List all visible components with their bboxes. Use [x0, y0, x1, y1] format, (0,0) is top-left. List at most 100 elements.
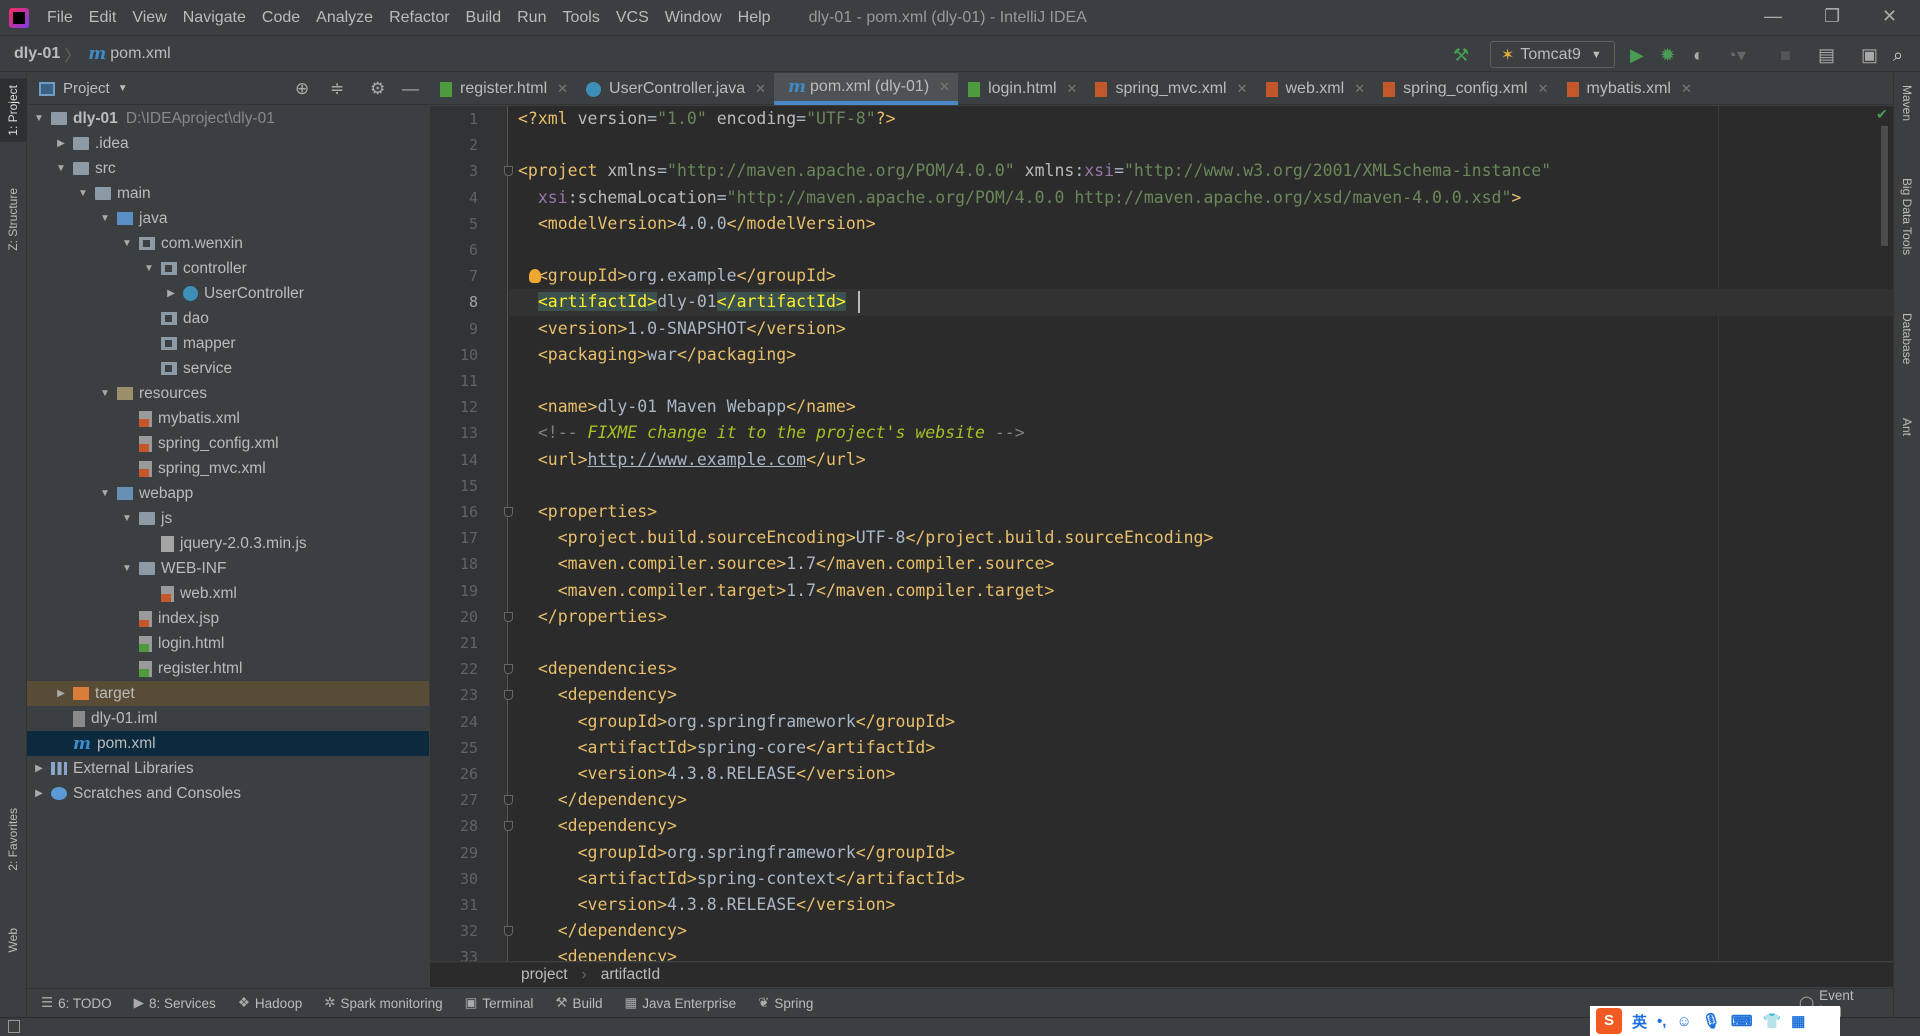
- tree-item[interactable]: m pom.xml: [27, 731, 429, 756]
- tab-spring-config-xml[interactable]: spring_config.xml ✕: [1373, 73, 1556, 105]
- stop-icon[interactable]: ■: [1780, 45, 1791, 66]
- tool-todo[interactable]: ☰ 6: TODO: [41, 995, 112, 1011]
- tree-item[interactable]: ▼ js: [27, 506, 429, 531]
- tool-build[interactable]: ⚒ Build: [555, 995, 602, 1011]
- intention-bulb-icon[interactable]: [529, 269, 541, 284]
- expanded-arrow-icon[interactable]: ▼: [53, 163, 69, 174]
- menu-window[interactable]: Window: [657, 9, 730, 27]
- menu-run[interactable]: Run: [509, 9, 554, 27]
- code-editor[interactable]: 1 2 3 4 5 6 7 8 9 10 11 12 13 14 15 16 17 18 19 20 21 22 23 24 2…: [430, 106, 1893, 961]
- mic-icon[interactable]: 🎙: [1702, 1012, 1721, 1030]
- inspection-ok-icon[interactable]: ✔: [1876, 106, 1888, 123]
- build-hammer-icon[interactable]: ⚒: [1453, 45, 1469, 66]
- expanded-arrow-icon[interactable]: ▼: [141, 263, 157, 274]
- tree-item[interactable]: mapper: [27, 331, 429, 356]
- tab-pom-xml-dly-01-[interactable]: m pom.xml (dly-01) ✕: [774, 73, 959, 105]
- debug-icon[interactable]: ✹: [1660, 45, 1675, 66]
- menu-help[interactable]: Help: [730, 9, 779, 27]
- menu-vcs[interactable]: VCS: [608, 9, 657, 27]
- close-button[interactable]: ✕: [1882, 6, 1897, 27]
- tool-services[interactable]: ▶ 8: Services: [134, 995, 216, 1011]
- tool-big-data-tools[interactable]: Big Data Tools: [1900, 178, 1914, 255]
- tab-spring-mvc-xml[interactable]: spring_mvc.xml ✕: [1085, 73, 1255, 105]
- expanded-arrow-icon[interactable]: ▼: [75, 188, 91, 199]
- tab-mybatis-xml[interactable]: mybatis.xml ✕: [1557, 73, 1700, 105]
- close-tab-icon[interactable]: ✕: [557, 81, 568, 97]
- close-tab-icon[interactable]: ✕: [939, 79, 950, 95]
- tree-item[interactable]: dly-01.iml: [27, 706, 429, 731]
- menu-analyze[interactable]: Analyze: [308, 9, 381, 27]
- chevron-down-icon[interactable]: ▼: [118, 83, 128, 94]
- tool-spring[interactable]: ❦ Spring: [758, 995, 813, 1011]
- close-tab-icon[interactable]: ✕: [1354, 81, 1365, 97]
- menu-tools[interactable]: Tools: [554, 9, 607, 27]
- tree-item[interactable]: ▼ WEB-INF: [27, 556, 429, 581]
- fold-marker-icon[interactable]: [504, 690, 513, 701]
- tool-maven[interactable]: Maven: [1900, 85, 1914, 121]
- menu-file[interactable]: File: [39, 9, 81, 27]
- fold-marker-icon[interactable]: [504, 507, 513, 517]
- tree-item[interactable]: ▶ Scratches and Consoles: [27, 781, 429, 806]
- expanded-arrow-icon[interactable]: ▼: [97, 388, 113, 399]
- tool-ant[interactable]: Ant: [1900, 418, 1914, 436]
- close-tab-icon[interactable]: ✕: [1538, 81, 1549, 97]
- run-configuration-select[interactable]: ✶ Tomcat9 ▼: [1490, 41, 1615, 68]
- fold-marker-icon[interactable]: [504, 926, 513, 937]
- tool-java-enterprise[interactable]: ▦ Java Enterprise: [625, 995, 737, 1011]
- tree-item[interactable]: ▼ java: [27, 206, 429, 231]
- locate-icon[interactable]: ⊕: [295, 79, 309, 99]
- tool-project[interactable]: 1: Project: [0, 79, 27, 142]
- close-tab-icon[interactable]: ✕: [1067, 81, 1078, 97]
- restore-button[interactable]: ❐: [1824, 6, 1840, 27]
- tool-structure[interactable]: Z: Structure: [6, 188, 20, 251]
- nav-project[interactable]: dly-01: [14, 45, 60, 63]
- expanded-arrow-icon[interactable]: ▼: [119, 563, 135, 574]
- presentation-icon[interactable]: ▣: [1861, 45, 1878, 66]
- collapse-all-icon[interactable]: ≑: [330, 79, 344, 99]
- tree-item[interactable]: ▼ main: [27, 181, 429, 206]
- expanded-arrow-icon[interactable]: ▼: [97, 213, 113, 224]
- nav-file[interactable]: pom.xml: [110, 45, 170, 63]
- coverage-icon[interactable]: ◐: [1693, 45, 1704, 66]
- close-tab-icon[interactable]: ✕: [755, 81, 766, 97]
- tab-web-xml[interactable]: web.xml ✕: [1256, 73, 1374, 105]
- tool-window-toggle-icon[interactable]: [8, 1020, 20, 1033]
- tab-register-html[interactable]: register.html ✕: [430, 73, 576, 105]
- project-view-select[interactable]: Project: [63, 80, 110, 97]
- menu-code[interactable]: Code: [254, 9, 308, 27]
- run-icon[interactable]: ▶: [1630, 45, 1644, 66]
- tool-database[interactable]: Database: [1900, 313, 1914, 364]
- tree-item[interactable]: ▼ com.wenxin: [27, 231, 429, 256]
- close-tab-icon[interactable]: ✕: [1681, 81, 1692, 97]
- tree-item[interactable]: ▶ .idea: [27, 131, 429, 156]
- search-icon[interactable]: ⌕: [1893, 45, 1903, 66]
- tree-item[interactable]: ▼ resources: [27, 381, 429, 406]
- tree-item[interactable]: ▼ src: [27, 156, 429, 181]
- menu-navigate[interactable]: Navigate: [175, 9, 254, 27]
- project-structure-icon[interactable]: ▤: [1818, 45, 1835, 66]
- gear-icon[interactable]: ⚙: [370, 79, 385, 99]
- expanded-arrow-icon[interactable]: ▼: [119, 513, 135, 524]
- collapsed-arrow-icon[interactable]: ▶: [53, 138, 69, 149]
- tree-item[interactable]: ▶ External Libraries: [27, 756, 429, 781]
- hide-icon[interactable]: —: [402, 79, 419, 99]
- menu-build[interactable]: Build: [458, 9, 510, 27]
- profile-icon[interactable]: ◔▾: [1726, 45, 1746, 66]
- keyboard-icon[interactable]: ⌨: [1731, 1012, 1753, 1030]
- collapsed-arrow-icon[interactable]: ▶: [163, 288, 179, 299]
- expanded-arrow-icon[interactable]: ▼: [119, 238, 135, 249]
- tree-item[interactable]: ▼ controller: [27, 256, 429, 281]
- tool-favorites[interactable]: 2: Favorites: [6, 808, 20, 871]
- tree-item[interactable]: jquery-2.0.3.min.js: [27, 531, 429, 556]
- tree-item[interactable]: register.html: [27, 656, 429, 681]
- collapsed-arrow-icon[interactable]: ▶: [31, 788, 47, 799]
- tree-item[interactable]: dao: [27, 306, 429, 331]
- skin-icon[interactable]: 👕: [1762, 1012, 1781, 1030]
- tool-web[interactable]: Web: [6, 928, 20, 952]
- expanded-arrow-icon[interactable]: ▼: [31, 113, 47, 124]
- close-tab-icon[interactable]: ✕: [1237, 81, 1248, 97]
- tool-hadoop[interactable]: ❖ Hadoop: [238, 995, 302, 1011]
- ime-mode[interactable]: 英: [1632, 1011, 1647, 1032]
- tree-item[interactable]: ▼ webapp: [27, 481, 429, 506]
- menu-view[interactable]: View: [124, 9, 174, 27]
